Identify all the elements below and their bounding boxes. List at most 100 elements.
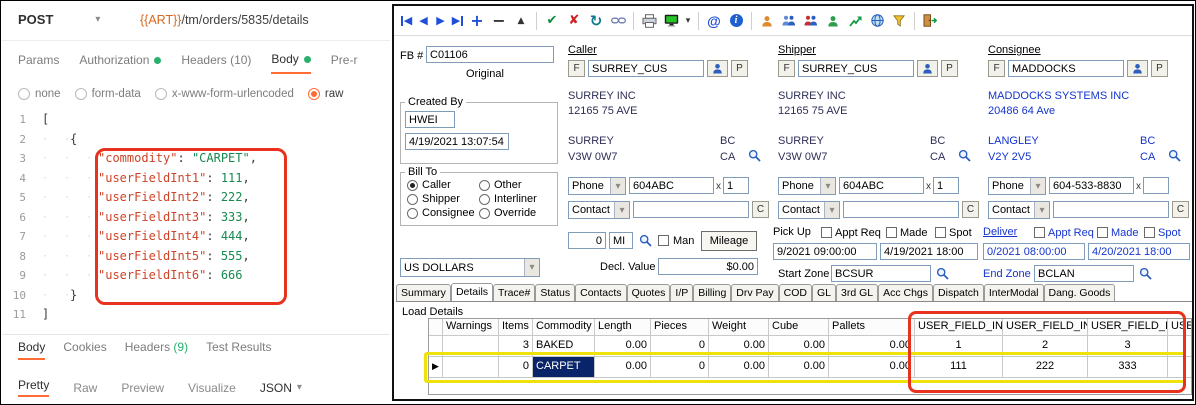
tab-body[interactable]: Body	[271, 52, 310, 74]
created-timestamp-input[interactable]: 4/19/2021 13:07:54	[405, 133, 509, 150]
delete-record-icon[interactable]: −	[489, 11, 509, 31]
fb-number-input[interactable]: C01106	[426, 46, 554, 63]
exit-icon[interactable]	[920, 11, 940, 31]
cell-items[interactable]: 0	[499, 357, 533, 378]
col-pieces[interactable]: Pieces	[651, 319, 709, 336]
col-length[interactable]: Length	[595, 319, 651, 336]
cell-cube[interactable]: 0.00	[769, 336, 829, 357]
mileage-button[interactable]: Mileage	[701, 231, 757, 251]
mode-raw[interactable]: raw	[308, 88, 344, 100]
distance-input[interactable]: 0	[568, 232, 606, 249]
tab-summary[interactable]: Summary	[396, 284, 451, 301]
tab-response-headers[interactable]: Headers (9)	[125, 340, 188, 358]
terminal-icon[interactable]	[661, 11, 681, 31]
body-editor[interactable]: 1[ 2{ 3"commodity": "CARPET", 4"userFiel…	[2, 110, 390, 334]
language-select[interactable]: JSON	[260, 381, 302, 395]
start-zone-lookup-icon[interactable]	[934, 266, 950, 281]
web-icon[interactable]	[867, 11, 887, 31]
tab-status[interactable]: Status	[535, 284, 575, 301]
edit-record-icon[interactable]: ▲	[511, 11, 531, 31]
caller-c-button[interactable]: C	[752, 201, 769, 218]
tab-ip[interactable]: I/P	[670, 284, 693, 301]
decl-value-input[interactable]: $0.00	[658, 258, 758, 275]
tab-test-results[interactable]: Test Results	[206, 340, 271, 358]
shipper-c-button[interactable]: C	[962, 201, 979, 218]
contacts-icon[interactable]	[801, 11, 821, 31]
shipper-ext-input[interactable]: 1	[933, 177, 959, 194]
caller-contact-input[interactable]	[633, 201, 749, 218]
view-preview[interactable]: Preview	[121, 381, 164, 395]
caller-f-button[interactable]: F	[568, 60, 585, 77]
shipper-customer-button[interactable]	[917, 60, 938, 77]
shipper-phone-type-select[interactable]: Phone	[778, 177, 836, 195]
tab-cod[interactable]: COD	[779, 284, 812, 301]
tab-prerequest[interactable]: Pre-r	[331, 52, 358, 74]
trend-up-icon[interactable]	[845, 11, 865, 31]
tab-dang-goods[interactable]: Dang. Goods	[1044, 284, 1116, 301]
tab-3rd-gl[interactable]: 3rd GL	[836, 284, 878, 301]
insert-record-icon[interactable]: +	[467, 11, 487, 31]
shipper-phone-input[interactable]: 604ABC	[839, 177, 924, 194]
consignee-p-button[interactable]: P	[1151, 60, 1168, 77]
tab-intermodal[interactable]: InterModal	[984, 284, 1044, 301]
link-icon[interactable]	[608, 11, 628, 31]
consignee-zone-lookup-icon[interactable]	[1166, 148, 1182, 163]
view-pretty[interactable]: Pretty	[18, 378, 49, 397]
request-url-input[interactable]: {{ART}}/tm/orders/5835/details	[140, 13, 309, 27]
deliver-appt-req-checkbox[interactable]	[1034, 227, 1045, 238]
consignee-c-button[interactable]: C	[1172, 201, 1189, 218]
mode-none[interactable]: none	[18, 88, 61, 100]
cell-commodity-selected[interactable]: CARPET	[533, 357, 595, 378]
col-user-field-int3[interactable]: USER_FIELD_INT	[1088, 319, 1168, 336]
shipper-p-button[interactable]: P	[941, 60, 958, 77]
col-user-field-int1[interactable]: USER_FIELD_INT	[915, 319, 1003, 336]
driver-icon[interactable]	[823, 11, 843, 31]
consignee-phone-input[interactable]: 604-533-8830	[1049, 177, 1134, 194]
caller-phone-input[interactable]: 604ABC	[629, 177, 714, 194]
consignee-code-input[interactable]: MADDOCKS	[1008, 60, 1124, 77]
consignee-contact-input[interactable]	[1053, 201, 1169, 218]
tab-trace[interactable]: Trace#	[493, 284, 535, 301]
caller-zone-lookup-icon[interactable]	[746, 148, 762, 163]
consignee-customer-button[interactable]	[1127, 60, 1148, 77]
terminal-dropdown-icon[interactable]: ▾	[683, 11, 693, 31]
shipper-code-input[interactable]: SURREY_CUS	[798, 60, 914, 77]
info-icon[interactable]: i	[726, 11, 746, 31]
tab-acc-chgs[interactable]: Acc Chgs	[878, 284, 933, 301]
cell-length[interactable]: 0.00	[595, 357, 651, 378]
end-zone-lookup-icon[interactable]	[1137, 266, 1153, 281]
shipper-contact-input[interactable]	[843, 201, 959, 218]
col-warnings[interactable]: Warnings	[443, 319, 499, 336]
tab-contacts[interactable]: Contacts	[575, 284, 626, 301]
tab-details[interactable]: Details	[451, 283, 493, 302]
cell-user-field-int1[interactable]: 111	[915, 357, 1003, 378]
pickup-to-input[interactable]: 4/19/2021 18:00	[880, 243, 978, 260]
last-record-icon[interactable]: ▶	[450, 11, 465, 31]
next-record-icon[interactable]: ▶	[433, 11, 448, 31]
cell-weight[interactable]: 0.00	[709, 357, 769, 378]
print-icon[interactable]	[639, 11, 659, 31]
consignee-ext-input[interactable]	[1143, 177, 1169, 194]
cell-user-field-int2[interactable]: 222	[1003, 357, 1088, 378]
currency-select[interactable]: US DOLLARS	[400, 258, 540, 277]
mileage-lookup-icon[interactable]	[637, 233, 653, 248]
col-user-field-int2[interactable]: USER_FIELD_INT	[1003, 319, 1088, 336]
mode-urlencoded[interactable]: x-www-form-urlencoded	[155, 88, 294, 100]
cell-user-field-int4[interactable]	[1168, 336, 1192, 357]
manual-mileage-checkbox[interactable]	[658, 235, 669, 246]
cell-pieces[interactable]: 0	[651, 336, 709, 357]
cell-weight[interactable]: 0.00	[709, 336, 769, 357]
col-user-field-int4[interactable]: USER_FIELD_INT	[1168, 319, 1192, 336]
col-items[interactable]: Items	[499, 319, 533, 336]
filter-icon[interactable]	[889, 11, 909, 31]
tab-gl[interactable]: GL	[812, 284, 836, 301]
cell-pieces[interactable]: 0	[651, 357, 709, 378]
created-by-user-input[interactable]: HWEI	[405, 111, 455, 128]
caller-p-button[interactable]: P	[731, 60, 748, 77]
start-zone-input[interactable]: BCSUR	[831, 265, 931, 282]
caller-phone-type-select[interactable]: Phone	[568, 177, 626, 195]
caller-ext-input[interactable]: 1	[723, 177, 749, 194]
deliver-to-input[interactable]: 4/20/2021 18:00	[1088, 243, 1190, 260]
end-zone-input[interactable]: BCLAN	[1034, 265, 1134, 282]
consignee-contact-type-select[interactable]: Contact	[988, 201, 1050, 219]
